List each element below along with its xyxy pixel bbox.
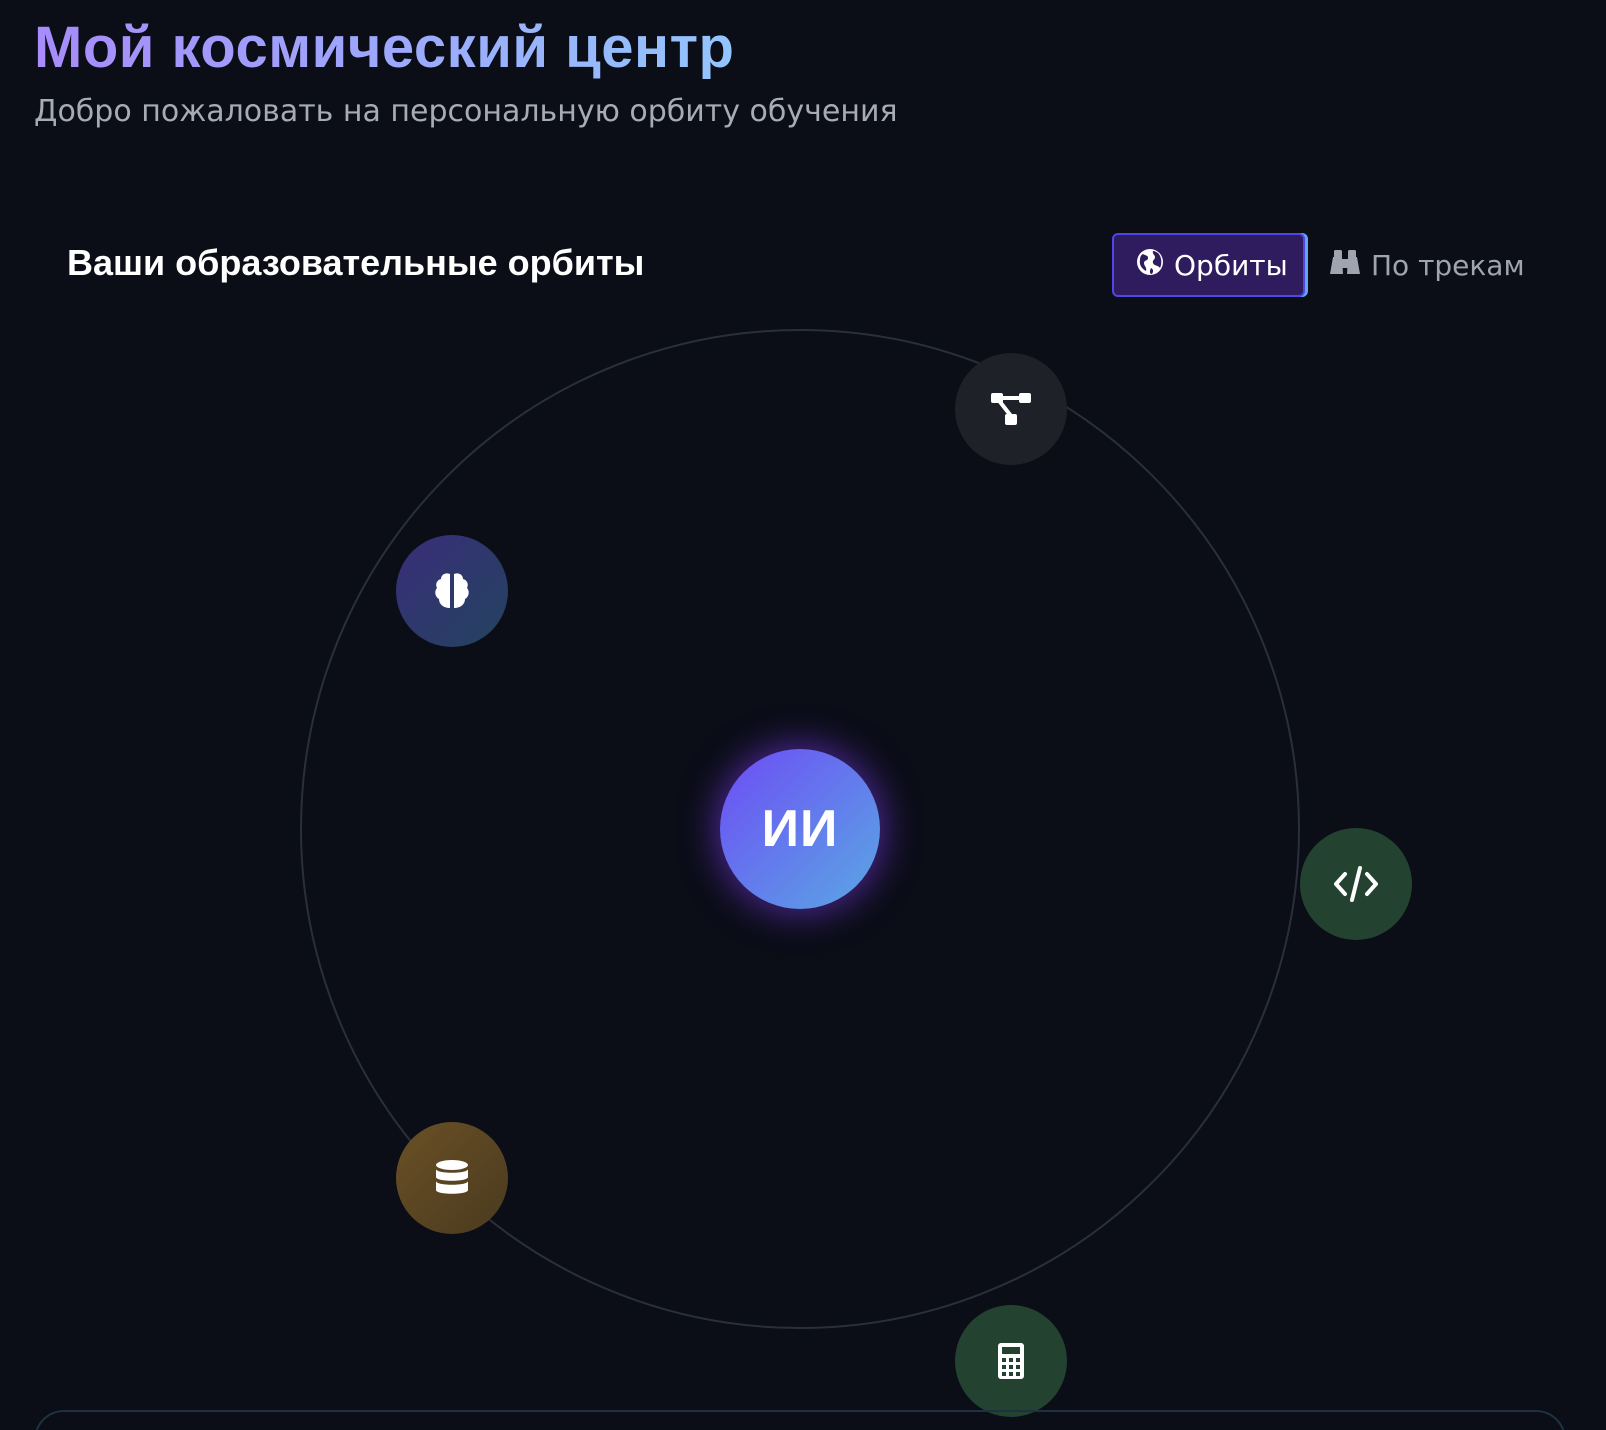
core-topic-label: ИИ xyxy=(761,800,839,858)
globe-icon xyxy=(1136,248,1164,283)
binoculars-icon xyxy=(1329,248,1361,283)
planet-programming[interactable] xyxy=(1300,828,1412,940)
orbits-view-label: Орбиты xyxy=(1174,248,1288,282)
planet-algorithms[interactable] xyxy=(955,353,1067,465)
calculator-icon xyxy=(997,1342,1025,1380)
database-icon xyxy=(435,1159,469,1197)
dashboard-page: Мой космический центр Добро пожаловать н… xyxy=(0,0,1606,1430)
tracks-view-button[interactable]: По трекам xyxy=(1315,233,1547,297)
planet-mathematics[interactable] xyxy=(955,1305,1067,1417)
planet-neural-networks[interactable] xyxy=(396,535,508,647)
section-title: Ваши образовательные орбиты xyxy=(67,242,645,283)
brain-icon xyxy=(433,571,471,611)
orbits-view-button[interactable]: Орбиты xyxy=(1112,233,1305,297)
tracks-view-label: По трекам xyxy=(1371,248,1525,282)
core-topic-ai[interactable]: ИИ xyxy=(720,749,880,909)
planet-databases[interactable] xyxy=(396,1122,508,1234)
page-subtitle: Добро пожаловать на персональную орбиту … xyxy=(34,94,898,129)
bottom-panel xyxy=(34,1410,1566,1430)
page-title: Мой космический центр xyxy=(34,15,735,80)
code-icon xyxy=(1333,866,1379,902)
sitemap-icon xyxy=(990,392,1032,426)
